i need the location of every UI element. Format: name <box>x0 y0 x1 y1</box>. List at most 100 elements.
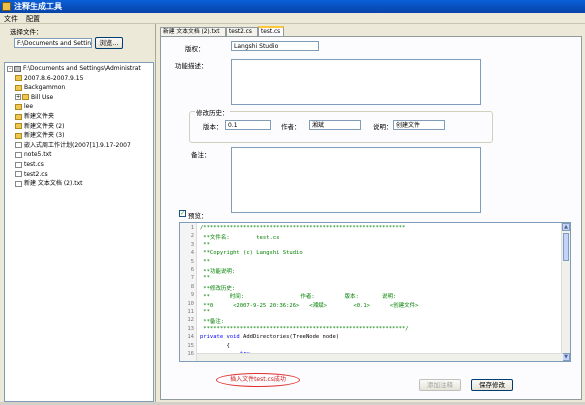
folder-icon <box>15 113 22 120</box>
tree-node[interactable]: 新建文件夹 <box>15 113 54 121</box>
tree-node-label: note5.txt <box>24 151 52 159</box>
file-icon <box>15 151 22 158</box>
line-number: 1 <box>190 225 194 231</box>
title-bar[interactable]: 注释生成工具 <box>0 0 585 13</box>
line-number: 7 <box>190 275 194 282</box>
code-line: { <box>200 342 230 349</box>
tree-node-label: 新建文件夹 (3) <box>24 132 65 140</box>
line-number: 15 <box>187 342 194 349</box>
folder-icon <box>15 123 22 130</box>
version-label: 版本： <box>203 123 223 131</box>
line-number: 3 <box>190 241 194 248</box>
tree-node[interactable]: test.cs <box>15 161 44 169</box>
tree-node-label: 2007.8.6-2007.9.15 <box>24 74 84 82</box>
code-line: **0 <2007-9-25 20:36:26> <湘斌> <0.1> <创建文… <box>200 302 419 309</box>
drive-icon <box>14 65 21 72</box>
folder-icon <box>15 84 22 91</box>
tree-node-label: lee <box>24 103 34 111</box>
tree-node-label: F:\Documents and Settings\Administrat <box>23 65 141 72</box>
tree-node-label: 新建文件夹 (2) <box>24 122 65 130</box>
scroll-down-icon[interactable]: ▼ <box>562 353 570 361</box>
preview-checkbox[interactable]: ✓ <box>179 210 186 217</box>
code-preview[interactable]: 1 2 3 4 5 6 7 8 9 10 11 12 13 14 15 16 /***************… <box>179 222 571 362</box>
keyword: void <box>226 334 240 341</box>
line-number: 10 <box>187 300 194 307</box>
tree-node[interactable]: 嵌入式周工作计划(2007[1].9.17-2007 <box>15 142 131 150</box>
tree-node[interactable]: - F:\Documents and Settings\Administrat <box>7 65 141 73</box>
tree-node[interactable]: 新建 文本文档 (2).txt <box>15 180 82 188</box>
file-icon <box>15 171 22 178</box>
file-icon <box>15 142 22 149</box>
remark-textarea[interactable] <box>231 147 481 213</box>
line-number: 13 <box>187 325 194 332</box>
line-number: 12 <box>187 317 194 324</box>
folder-icon <box>15 132 22 139</box>
folder-icon <box>15 75 22 82</box>
tab-page: 版权： Langshi Studio 功能描述： 修改历史： 版本： 0.1 作… <box>160 36 582 400</box>
tree-node[interactable]: 2007.8.6-2007.9.15 <box>15 75 83 83</box>
path-input[interactable]: F:\Documents and Settings <box>14 38 92 48</box>
line-number: 16 <box>187 351 194 357</box>
vertical-scrollbar[interactable]: ▲ ▼ <box>561 223 570 361</box>
status-message: 插入文件test.cs成功 <box>216 373 300 387</box>
note-input[interactable]: 创建文件 <box>393 120 445 130</box>
collapse-icon[interactable]: - <box>7 65 13 72</box>
description-textarea[interactable] <box>231 59 481 105</box>
menu-bar: 文件 配置 <box>0 13 585 24</box>
line-number-gutter: 1 2 3 4 5 6 7 8 9 10 11 12 13 14 15 16 <box>180 223 197 361</box>
remark-label: 备注： <box>191 151 211 159</box>
tree-node-label: test.cs <box>24 161 44 168</box>
author-label: 作者： <box>281 123 301 131</box>
line-number: 11 <box>187 309 194 315</box>
tree-node-label: Backgammon <box>24 84 66 92</box>
code-text: AddDirectories(TreeNode node) <box>239 334 340 341</box>
tree-node[interactable]: 新建文件夹 (2) <box>15 123 64 131</box>
expand-icon[interactable]: + <box>15 94 21 101</box>
tree-node[interactable]: Backgammon <box>15 84 65 92</box>
copyright-input[interactable]: Langshi Studio <box>231 41 319 51</box>
save-changes-button[interactable]: 保存修改 <box>471 379 513 391</box>
add-comment-button[interactable]: 添加注释 <box>419 379 461 391</box>
code-line: ** <box>200 309 210 315</box>
version-input[interactable]: 0.1 <box>225 120 271 130</box>
line-number: 14 <box>187 334 194 341</box>
tree-node-label: 嵌入式周工作计划(2007[1].9.17-2007 <box>24 141 131 149</box>
line-number: 2 <box>190 233 194 240</box>
copyright-label: 版权： <box>185 45 205 53</box>
line-number: 9 <box>190 292 194 299</box>
tab-new-text-document[interactable]: 新建 文本文档 (2).txt <box>160 27 226 36</box>
preview-label: 预览： <box>188 212 208 220</box>
tab-test2-cs[interactable]: test2.cs <box>226 27 258 36</box>
folder-icon <box>22 94 29 101</box>
browse-button[interactable]: 浏览... <box>95 37 123 49</box>
code-line: ** <box>200 275 210 282</box>
author-input[interactable]: 湘斌 <box>309 120 361 130</box>
tree-node[interactable]: 新建文件夹 (3) <box>15 132 64 140</box>
code-line: private void AddDirectories(TreeNode nod… <box>200 334 339 340</box>
scroll-up-icon[interactable]: ▲ <box>562 223 570 231</box>
tree-node-label: 新建文件夹 <box>24 113 55 120</box>
folder-icon <box>15 103 22 110</box>
tab-test-cs[interactable]: test.cs <box>258 26 284 36</box>
tree-node[interactable]: lee <box>15 103 33 111</box>
tree-node[interactable]: note5.txt <box>15 151 52 159</box>
file-browser-panel: 选择文件： F:\Documents and Settings 浏览... - F… <box>0 24 156 402</box>
main-window: 注释生成工具 文件 配置 选择文件： F:\Documents and Setti… <box>0 0 585 405</box>
tree-node[interactable]: test2.cs <box>15 171 48 179</box>
file-icon <box>15 180 22 187</box>
code-line: ** <box>200 258 210 265</box>
tree-node-label: Bill Use <box>31 93 54 101</box>
code-line: **修改历史: <box>200 285 236 292</box>
code-line: ** <box>200 241 210 248</box>
line-number: 6 <box>190 267 194 273</box>
directory-tree[interactable]: - F:\Documents and Settings\Administrat 20… <box>4 62 154 402</box>
tree-node-label: test2.cs <box>24 170 48 178</box>
code-line: **功能说明: <box>200 269 236 275</box>
scroll-thumb[interactable] <box>563 233 569 261</box>
note-label: 说明： <box>373 123 393 131</box>
code-line: **文件名: test.cs <box>200 235 280 242</box>
select-file-label: 选择文件： <box>10 28 43 36</box>
horizontal-scrollbar[interactable] <box>197 353 563 361</box>
tree-node[interactable]: + Bill Use <box>15 94 53 102</box>
app-icon <box>2 2 11 11</box>
